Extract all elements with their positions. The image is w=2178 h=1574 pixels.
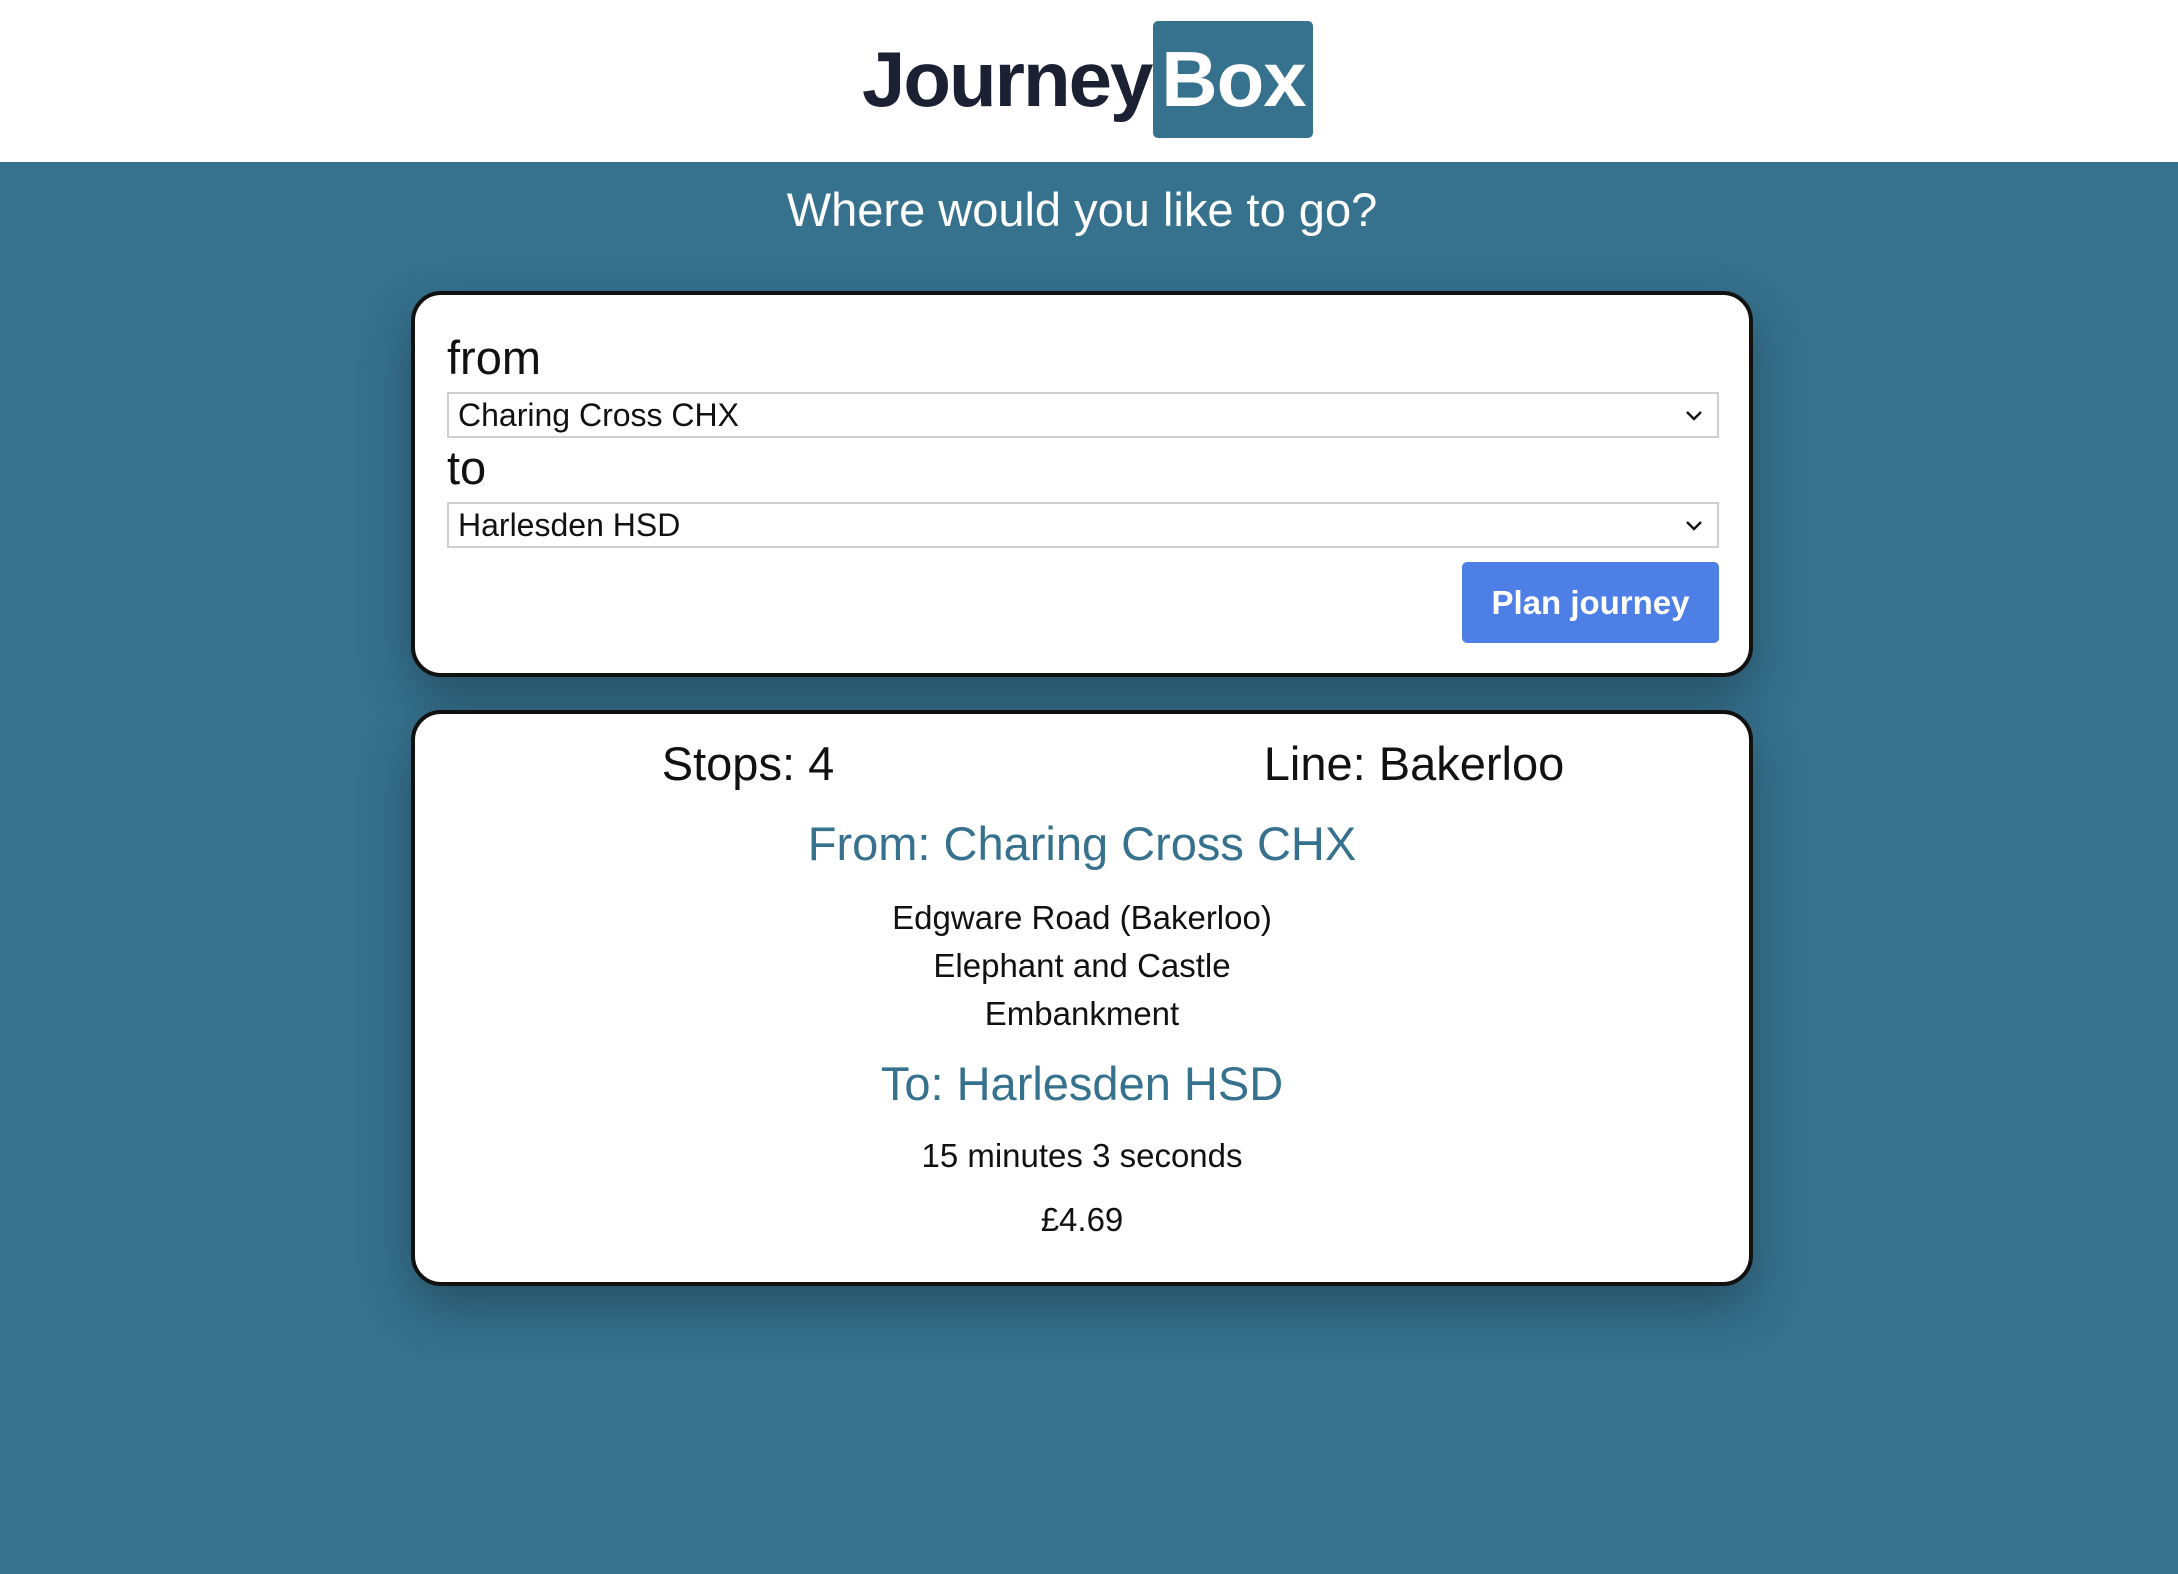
chevron-down-icon bbox=[1686, 521, 1702, 531]
journey-fare: £4.69 bbox=[1040, 1201, 1124, 1238]
logo-box: Box bbox=[1153, 21, 1314, 138]
list-item: Embankment bbox=[984, 995, 1180, 1032]
logo-word: Journey bbox=[862, 35, 1153, 123]
from-select[interactable]: Charing Cross CHX bbox=[447, 392, 1719, 438]
to-select-value: Harlesden HSD bbox=[458, 507, 681, 543]
list-item: Edgware Road (Bakerloo) bbox=[892, 899, 1272, 936]
to-label: to bbox=[447, 441, 487, 494]
stops-count: Stops: 4 bbox=[661, 737, 835, 790]
journey-duration: 15 minutes 3 seconds bbox=[921, 1137, 1243, 1174]
from-select-value: Charing Cross CHX bbox=[458, 397, 739, 433]
journey-form: from Charing Cross CHX to Harlesden HSD … bbox=[411, 291, 1753, 677]
list-item: Elephant and Castle bbox=[933, 947, 1231, 984]
origin-station: From: Charing Cross CHX bbox=[807, 817, 1357, 870]
intermediate-stops-list: Edgware Road (Bakerloo) Elephant and Cas… bbox=[415, 894, 1749, 1038]
site-header: Journey Box bbox=[0, 0, 2178, 162]
destination-station: To: Harlesden HSD bbox=[880, 1057, 1284, 1110]
line-name: Line: Bakerloo bbox=[1263, 737, 1565, 790]
from-label: from bbox=[447, 331, 541, 384]
chevron-down-icon bbox=[1686, 411, 1702, 421]
plan-journey-button[interactable]: Plan journey bbox=[1462, 562, 1719, 643]
to-select[interactable]: Harlesden HSD bbox=[447, 502, 1719, 548]
journey-result: Stops: 4 Line: Bakerloo From: Charing Cr… bbox=[411, 710, 1753, 1286]
logo[interactable]: Journey Box bbox=[862, 21, 1314, 138]
page-title: Where would you like to go? bbox=[786, 183, 1378, 236]
